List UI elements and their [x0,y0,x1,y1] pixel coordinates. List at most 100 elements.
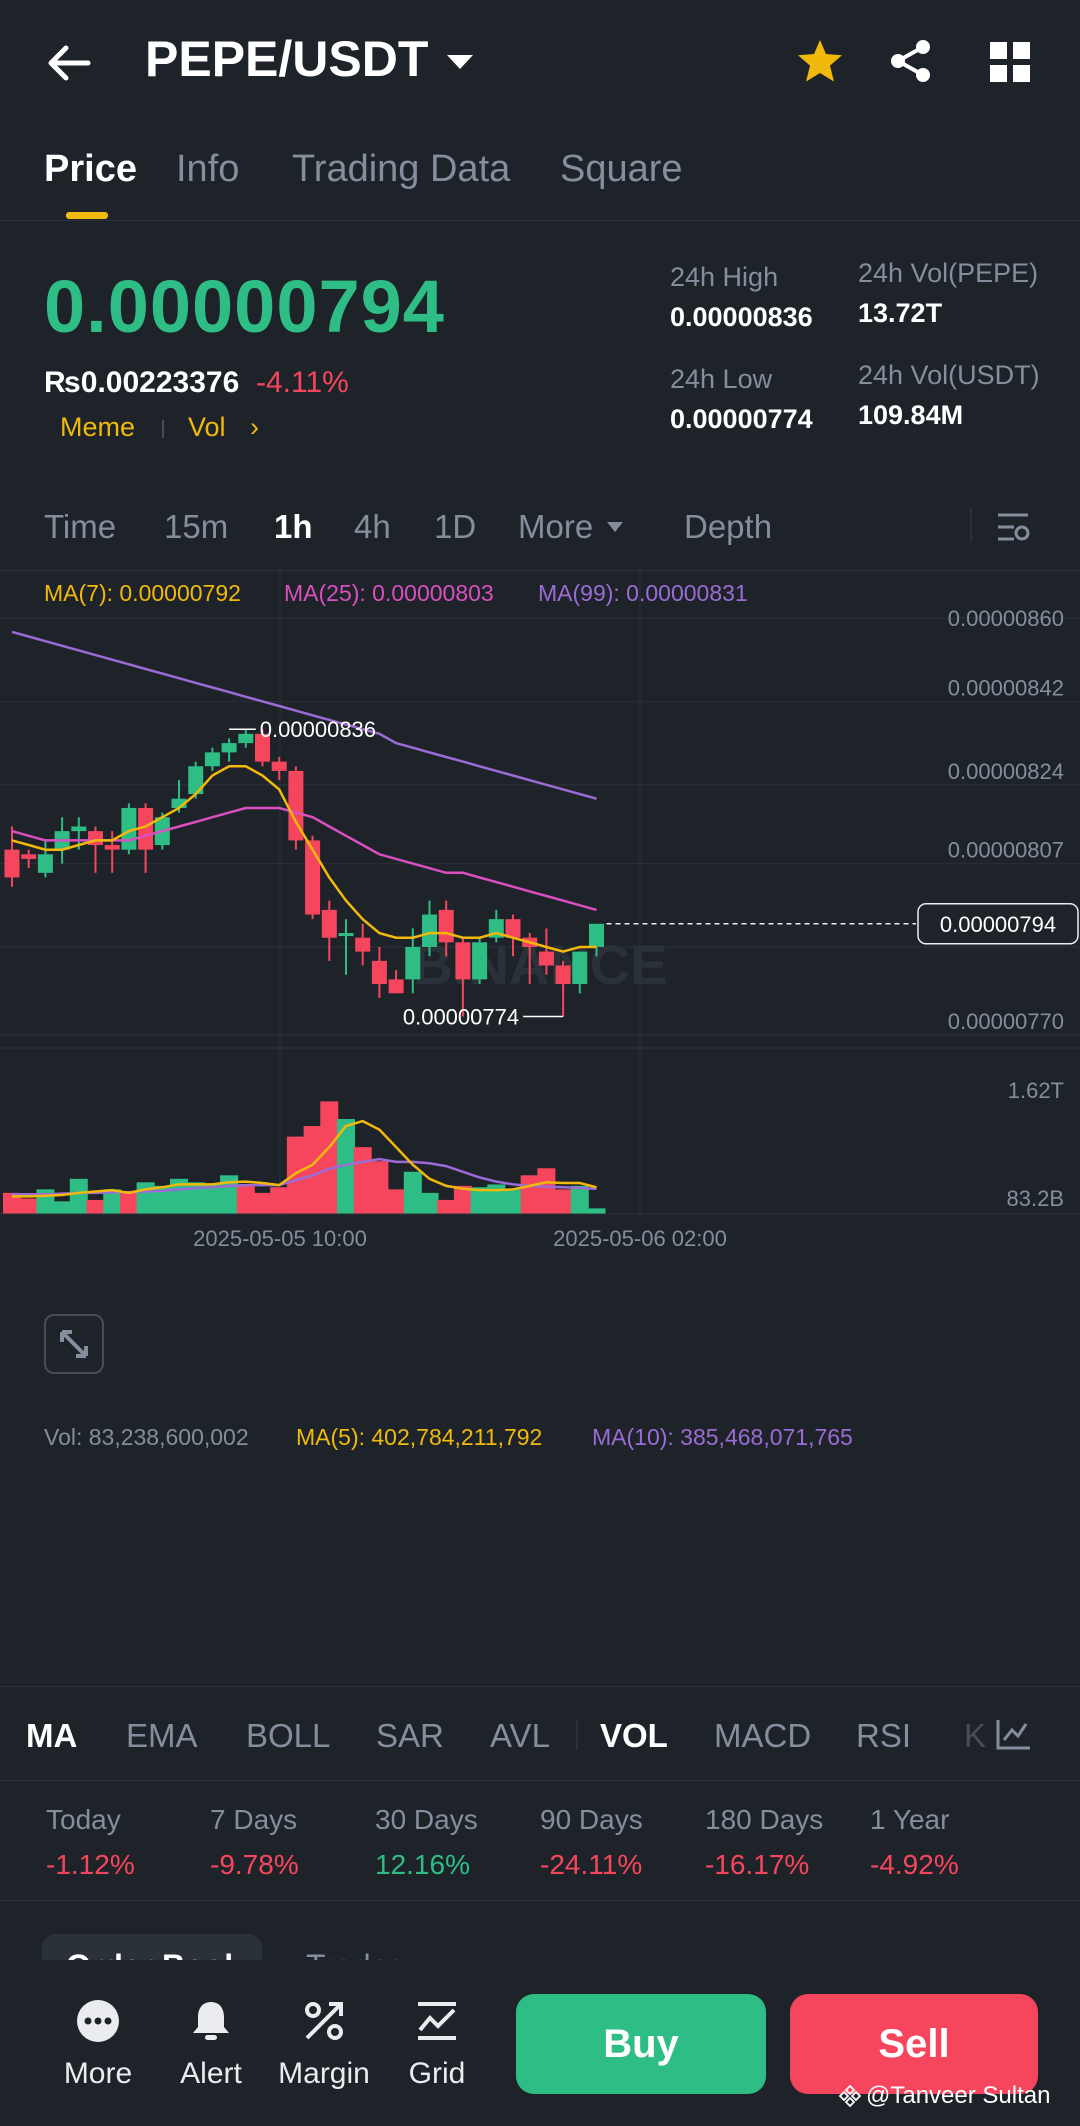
sell-button[interactable]: Sell [790,1994,1038,2094]
tab-info[interactable]: Info [176,148,239,191]
nav-margin[interactable]: Margin [264,1998,384,2091]
active-tab-indicator [66,212,108,219]
tag-vol[interactable]: Vol [188,412,226,443]
perf-value-180d: -16.17% [705,1849,810,1880]
timeframe-time[interactable]: Time [44,508,116,546]
perf-value-today: -1.12% [46,1849,135,1880]
indicator-divider [0,1780,1080,1781]
volume-bar [86,1199,105,1214]
candle-body [204,752,220,767]
favorite-star-icon[interactable] [796,38,844,89]
price-axis-label: 0.00000860 [948,606,1064,631]
indicator-boll[interactable]: BOLL [246,1717,330,1755]
grid-menu-icon[interactable] [988,40,1032,89]
pair-title[interactable]: PEPE/USDT [145,30,428,88]
indicator-avl[interactable]: AVL [490,1717,550,1755]
price-chart[interactable]: BINANCE 0.000008600.000008420.000008240.… [0,570,1080,1690]
timeframe-4h[interactable]: 4h [354,508,391,546]
volume-bar [437,1199,456,1214]
tab-trading-data[interactable]: Trading Data [292,148,510,191]
timeframe-more[interactable]: More [518,508,593,546]
price-change: -4.11% [256,366,349,399]
nav-margin-label: Margin [278,2057,370,2090]
low-marker-label: 0.00000774 [403,1004,519,1029]
bell-icon [193,2002,229,2040]
tag-meme[interactable]: Meme [60,412,135,443]
candle-body [405,946,421,980]
candle-body [422,914,437,947]
low-value: 0.00000774 [670,404,813,434]
share-icon[interactable] [888,38,934,89]
nav-grid-label: Grid [408,2057,466,2090]
indicator-settings-icon[interactable] [994,1716,1034,1757]
timeframe-1h[interactable]: 1h [274,508,313,546]
perf-label-7d: 7 Days [210,1804,298,1835]
time-axis-label: 2025-05-05 10:00 [193,1226,367,1251]
candle-body [355,937,371,952]
indicator-rsi[interactable]: RSI [856,1717,911,1755]
volume-bar [570,1185,589,1214]
nav-alert[interactable]: Alert [151,1998,271,2091]
volume-bar [370,1161,389,1214]
expand-chart-icon[interactable] [44,1314,104,1374]
price-axis-label: 0.00000842 [948,675,1064,700]
chevron-right-icon[interactable]: › [250,412,259,443]
tab-square[interactable]: Square [560,148,683,191]
nav-grid[interactable]: Grid [377,1998,497,2091]
chart-bottom-divider [0,1686,1080,1687]
volume-bar [119,1192,138,1214]
candle-body [37,854,53,873]
candle-body [472,942,488,980]
high-value: 0.00000836 [670,302,813,332]
indicator-sar[interactable]: SAR [376,1717,444,1755]
candle-body [388,979,404,994]
indicator-vol[interactable]: VOL [600,1717,668,1755]
vol-quote-label: 24h Vol(USDT) [858,360,1040,390]
volume-bar [53,1201,72,1214]
candle-body [71,826,87,832]
nav-more[interactable]: More [38,1998,158,2091]
volume-bar [236,1185,255,1214]
more-dropdown-icon[interactable] [606,520,624,538]
current-price-label: 0.00000794 [940,912,1056,937]
indicator-ema[interactable]: EMA [126,1717,198,1755]
volume-bar [403,1171,422,1214]
high-marker-label: 0.00000836 [260,717,376,742]
timeframe-1d[interactable]: 1D [434,508,476,546]
vol-base-value: 13.72T [858,298,943,328]
indicator-macd[interactable]: MACD [714,1717,811,1755]
perf-label-90d: 90 Days [540,1804,643,1835]
depth-tab[interactable]: Depth [684,508,772,546]
candle-body [104,845,120,850]
volume-bar [320,1101,339,1214]
tab-price[interactable]: Price [44,148,137,191]
price-axis-label: 0.00000824 [948,759,1064,784]
time-axis-label: 2025-05-06 02:00 [553,1226,727,1251]
timeframe-15m[interactable]: 15m [164,508,228,546]
candle-body [4,849,20,878]
buy-button[interactable]: Buy [516,1994,766,2094]
perf-label-30d: 30 Days [375,1804,478,1835]
volume-bar [587,1208,606,1214]
back-arrow-icon[interactable] [44,38,94,88]
chart-settings-icon[interactable] [994,508,1032,551]
price-axis-label: 0.00000770 [948,1009,1064,1034]
vol-ma5-legend: MA(5): 402,784,211,792 [296,1424,543,1450]
volume-bar [19,1198,38,1214]
indicator-kdj[interactable]: K [964,1717,986,1755]
tag-separator [162,420,164,438]
high-label: 24h High [670,262,779,292]
ma99-line [11,630,597,800]
last-price: 0.00000794 [44,265,445,348]
local-price: ₨0.00223376 [44,366,240,399]
volume-bar [420,1192,439,1214]
volume-bar [520,1175,539,1214]
pair-dropdown-icon[interactable] [445,52,475,77]
credit-text: @Tanveer Sultan [866,2082,1051,2109]
indicator-ma[interactable]: MA [26,1717,77,1755]
perf-label-today: Today [46,1804,121,1835]
volume-bar [136,1182,155,1214]
volume-bar [554,1189,573,1214]
ma25-line [11,806,597,912]
candle-body [338,933,354,937]
